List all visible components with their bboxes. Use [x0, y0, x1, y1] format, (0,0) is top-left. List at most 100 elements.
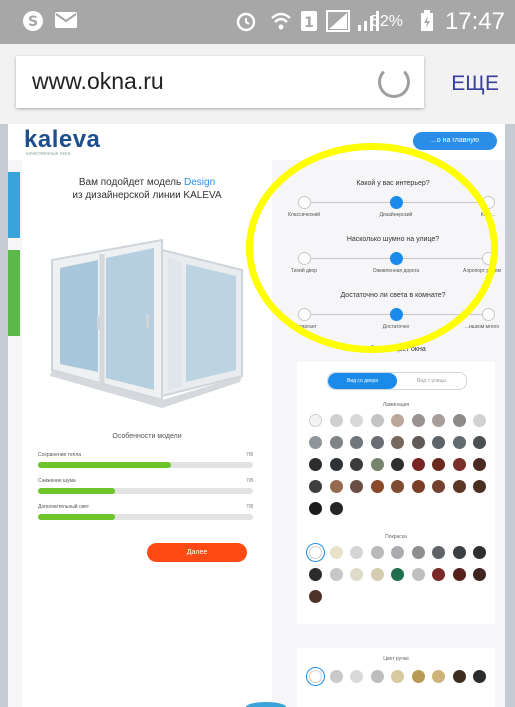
- color-swatch[interactable]: [452, 414, 466, 427]
- question-option-label[interactable]: Тихий двор: [291, 268, 317, 274]
- question-option-dot[interactable]: [298, 308, 311, 321]
- color-swatch[interactable]: [329, 436, 343, 449]
- color-swatch[interactable]: [350, 436, 363, 449]
- color-swatch[interactable]: [350, 568, 363, 581]
- question-option-dot-selected[interactable]: [390, 308, 403, 321]
- color-swatch[interactable]: [391, 480, 404, 493]
- question-option-dot[interactable]: [298, 196, 311, 209]
- question-option-label[interactable]: Достаточно: [383, 324, 410, 330]
- question-option-dot[interactable]: [298, 252, 311, 265]
- color-swatch[interactable]: [411, 546, 425, 559]
- color-swatch[interactable]: [391, 546, 404, 559]
- color-swatch[interactable]: [452, 568, 466, 581]
- model-name[interactable]: Design: [184, 177, 215, 188]
- color-swatch[interactable]: [309, 436, 322, 449]
- color-swatch[interactable]: [370, 568, 384, 581]
- color-swatch[interactable]: [329, 502, 343, 515]
- color-swatch[interactable]: [473, 414, 486, 427]
- question-option-dot-selected[interactable]: [390, 252, 403, 265]
- color-swatch[interactable]: [473, 436, 486, 449]
- color-swatch[interactable]: [432, 480, 445, 493]
- color-swatch[interactable]: [350, 546, 363, 559]
- side-tab-measure[interactable]: [8, 250, 20, 336]
- question-option-label[interactable]: Кант...: [481, 212, 495, 218]
- color-swatch[interactable]: [452, 436, 466, 449]
- question-option-label[interactable]: ...ишком много: [465, 324, 499, 330]
- question-option-dot[interactable]: [482, 196, 495, 209]
- color-swatch[interactable]: [329, 458, 343, 471]
- color-swatch[interactable]: [391, 436, 404, 449]
- color-swatch[interactable]: [370, 670, 384, 683]
- color-swatch[interactable]: [370, 480, 384, 493]
- color-swatch[interactable]: [329, 546, 343, 559]
- color-swatch[interactable]: [309, 546, 322, 559]
- color-swatch[interactable]: [473, 458, 486, 471]
- color-swatch[interactable]: [391, 568, 404, 581]
- home-button[interactable]: ...о на главную: [413, 132, 497, 150]
- color-swatch[interactable]: [329, 414, 343, 427]
- next-button[interactable]: Далее: [147, 543, 247, 562]
- color-swatch[interactable]: [309, 502, 322, 515]
- view-toggle-inside[interactable]: Вид со двора: [328, 373, 397, 389]
- color-swatch[interactable]: [309, 568, 322, 581]
- url-text[interactable]: www.okna.ru: [32, 68, 164, 95]
- kaleva-logo[interactable]: kaleva: [24, 126, 100, 154]
- color-swatch[interactable]: [452, 546, 466, 559]
- feature-bar-fill: [38, 514, 116, 520]
- color-swatch[interactable]: [452, 670, 466, 683]
- no-signal-icon: [326, 10, 350, 38]
- color-swatch[interactable]: [370, 414, 384, 427]
- color-swatch[interactable]: [432, 414, 445, 427]
- color-swatch[interactable]: [432, 436, 445, 449]
- question-option-label[interactable]: Оживленная дорога: [373, 268, 419, 274]
- view-toggle-outside[interactable]: Вид с улицы: [397, 373, 466, 389]
- color-swatch[interactable]: [411, 458, 425, 471]
- color-swatch[interactable]: [309, 458, 322, 471]
- question-option-label[interactable]: Аэропорт рядом: [463, 268, 501, 274]
- side-tab-callback[interactable]: [8, 172, 20, 238]
- color-swatch[interactable]: [309, 480, 322, 493]
- color-swatch[interactable]: [391, 458, 404, 471]
- question-option-label[interactable]: Не хватает: [291, 324, 316, 330]
- color-swatch[interactable]: [411, 436, 425, 449]
- color-swatch[interactable]: [309, 414, 322, 427]
- color-swatch[interactable]: [473, 546, 486, 559]
- color-swatch[interactable]: [370, 436, 384, 449]
- color-swatch[interactable]: [329, 480, 343, 493]
- scroll-up-button[interactable]: [246, 702, 286, 707]
- reload-icon[interactable]: [378, 66, 410, 98]
- color-swatch[interactable]: [350, 414, 363, 427]
- color-swatch[interactable]: [473, 670, 486, 683]
- question-option-dot-selected[interactable]: [390, 196, 403, 209]
- color-swatch[interactable]: [411, 480, 425, 493]
- color-swatch[interactable]: [411, 568, 425, 581]
- question-option-label[interactable]: Дизайнерский: [380, 212, 413, 218]
- color-swatch[interactable]: [473, 568, 486, 581]
- question-option-dot[interactable]: [482, 308, 495, 321]
- more-menu-button[interactable]: ЕЩЕ: [451, 72, 499, 96]
- color-swatch[interactable]: [432, 546, 445, 559]
- color-swatch[interactable]: [411, 670, 425, 683]
- color-swatch[interactable]: [350, 458, 363, 471]
- view-toggle[interactable]: Вид со двора Вид с улицы: [327, 372, 467, 390]
- color-swatch[interactable]: [391, 670, 404, 683]
- question-option-label[interactable]: Классический: [288, 212, 320, 218]
- color-swatch[interactable]: [432, 568, 445, 581]
- color-swatch[interactable]: [432, 458, 445, 471]
- color-swatch[interactable]: [309, 590, 322, 603]
- color-swatch[interactable]: [370, 458, 384, 471]
- color-swatch[interactable]: [370, 546, 384, 559]
- question-option-dot[interactable]: [482, 252, 495, 265]
- color-swatch[interactable]: [350, 670, 363, 683]
- color-swatch[interactable]: [411, 414, 425, 427]
- color-swatch[interactable]: [473, 480, 486, 493]
- address-bar[interactable]: www.okna.ru: [16, 56, 424, 108]
- color-swatch[interactable]: [452, 458, 466, 471]
- color-swatch[interactable]: [309, 670, 322, 683]
- color-swatch[interactable]: [432, 670, 445, 683]
- color-swatch[interactable]: [329, 568, 343, 581]
- color-swatch[interactable]: [452, 480, 466, 493]
- color-swatch[interactable]: [350, 480, 363, 493]
- color-swatch[interactable]: [391, 414, 404, 427]
- color-swatch[interactable]: [329, 670, 343, 683]
